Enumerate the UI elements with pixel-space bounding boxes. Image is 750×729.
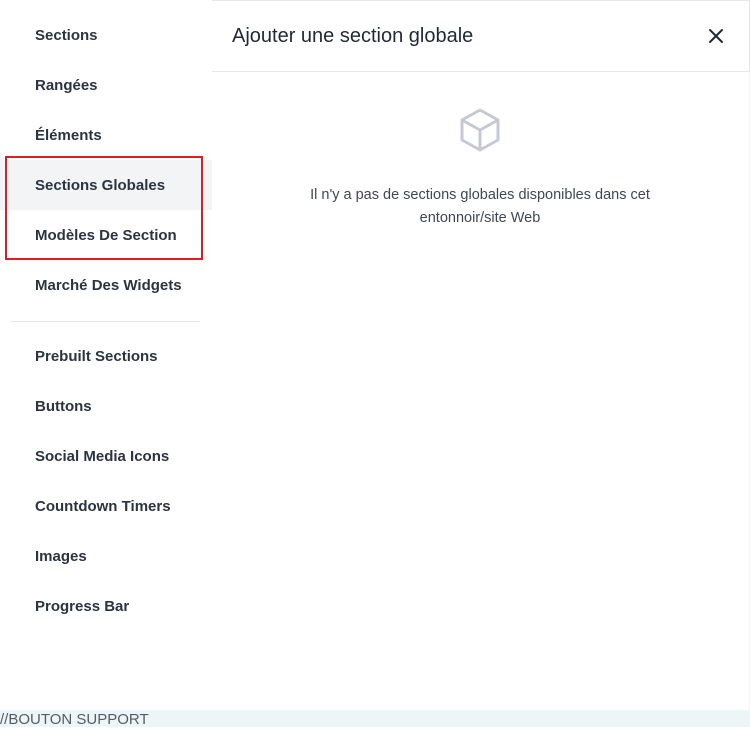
sidebar-item-sections-globales[interactable]: Sections Globales (0, 160, 212, 210)
close-icon (709, 29, 723, 43)
sidebar-item-marche-des-widgets[interactable]: Marché Des Widgets (0, 260, 212, 310)
sidebar: Sections Rangées Éléments Sections Globa… (0, 0, 212, 710)
sidebar-divider (10, 321, 200, 322)
bottom-bar-text: //BOUTON SUPPORT (0, 711, 149, 728)
sidebar-item-images[interactable]: Images (0, 531, 212, 581)
sidebar-item-label: Modèles De Section (35, 226, 177, 244)
cube-icon (460, 108, 500, 152)
sidebar-item-elements[interactable]: Éléments (0, 110, 212, 160)
sidebar-item-label: Éléments (35, 126, 102, 144)
sidebar-item-label: Buttons (35, 397, 92, 415)
panel-header: Ajouter une section globale (212, 0, 750, 72)
bottom-bar: //BOUTON SUPPORT (0, 710, 750, 728)
sidebar-item-countdown-timers[interactable]: Countdown Timers (0, 481, 212, 531)
empty-state-line-1: Il n'y a pas de sections globales dispon… (310, 187, 650, 203)
close-button[interactable] (705, 25, 727, 47)
sidebar-item-label: Images (35, 547, 87, 565)
sidebar-item-label: Progress Bar (35, 597, 130, 615)
sidebar-item-progress-bar[interactable]: Progress Bar (0, 581, 212, 631)
sidebar-item-modeles-de-section[interactable]: Modèles De Section (0, 210, 212, 260)
sidebar-item-buttons[interactable]: Buttons (0, 381, 212, 431)
sidebar-item-social-media-icons[interactable]: Social Media Icons (0, 431, 212, 481)
sidebar-item-label: Countdown Timers (35, 497, 171, 515)
sidebar-item-prebuilt-sections[interactable]: Prebuilt Sections (0, 331, 212, 381)
empty-state-message: Il n'y a pas de sections globales dispon… (272, 184, 688, 230)
sidebar-item-sections[interactable]: Sections (0, 10, 212, 60)
sidebar-item-label: Sections (35, 26, 98, 44)
sidebar-item-label: Sections Globales (35, 176, 166, 194)
panel-body: Il n'y a pas de sections globales dispon… (212, 72, 750, 710)
main-panel: Ajouter une section globale Il n'y a pas… (212, 0, 750, 710)
sidebar-item-label: Marché Des Widgets (35, 276, 182, 294)
page-title: Ajouter une section globale (232, 25, 474, 47)
empty-state-line-2: entonnoir/site Web (419, 210, 541, 226)
sidebar-item-label: Prebuilt Sections (35, 347, 158, 365)
sidebar-item-label: Social Media Icons (35, 447, 170, 465)
sidebar-item-label: Rangées (35, 76, 98, 94)
sidebar-item-rangees[interactable]: Rangées (0, 60, 212, 110)
